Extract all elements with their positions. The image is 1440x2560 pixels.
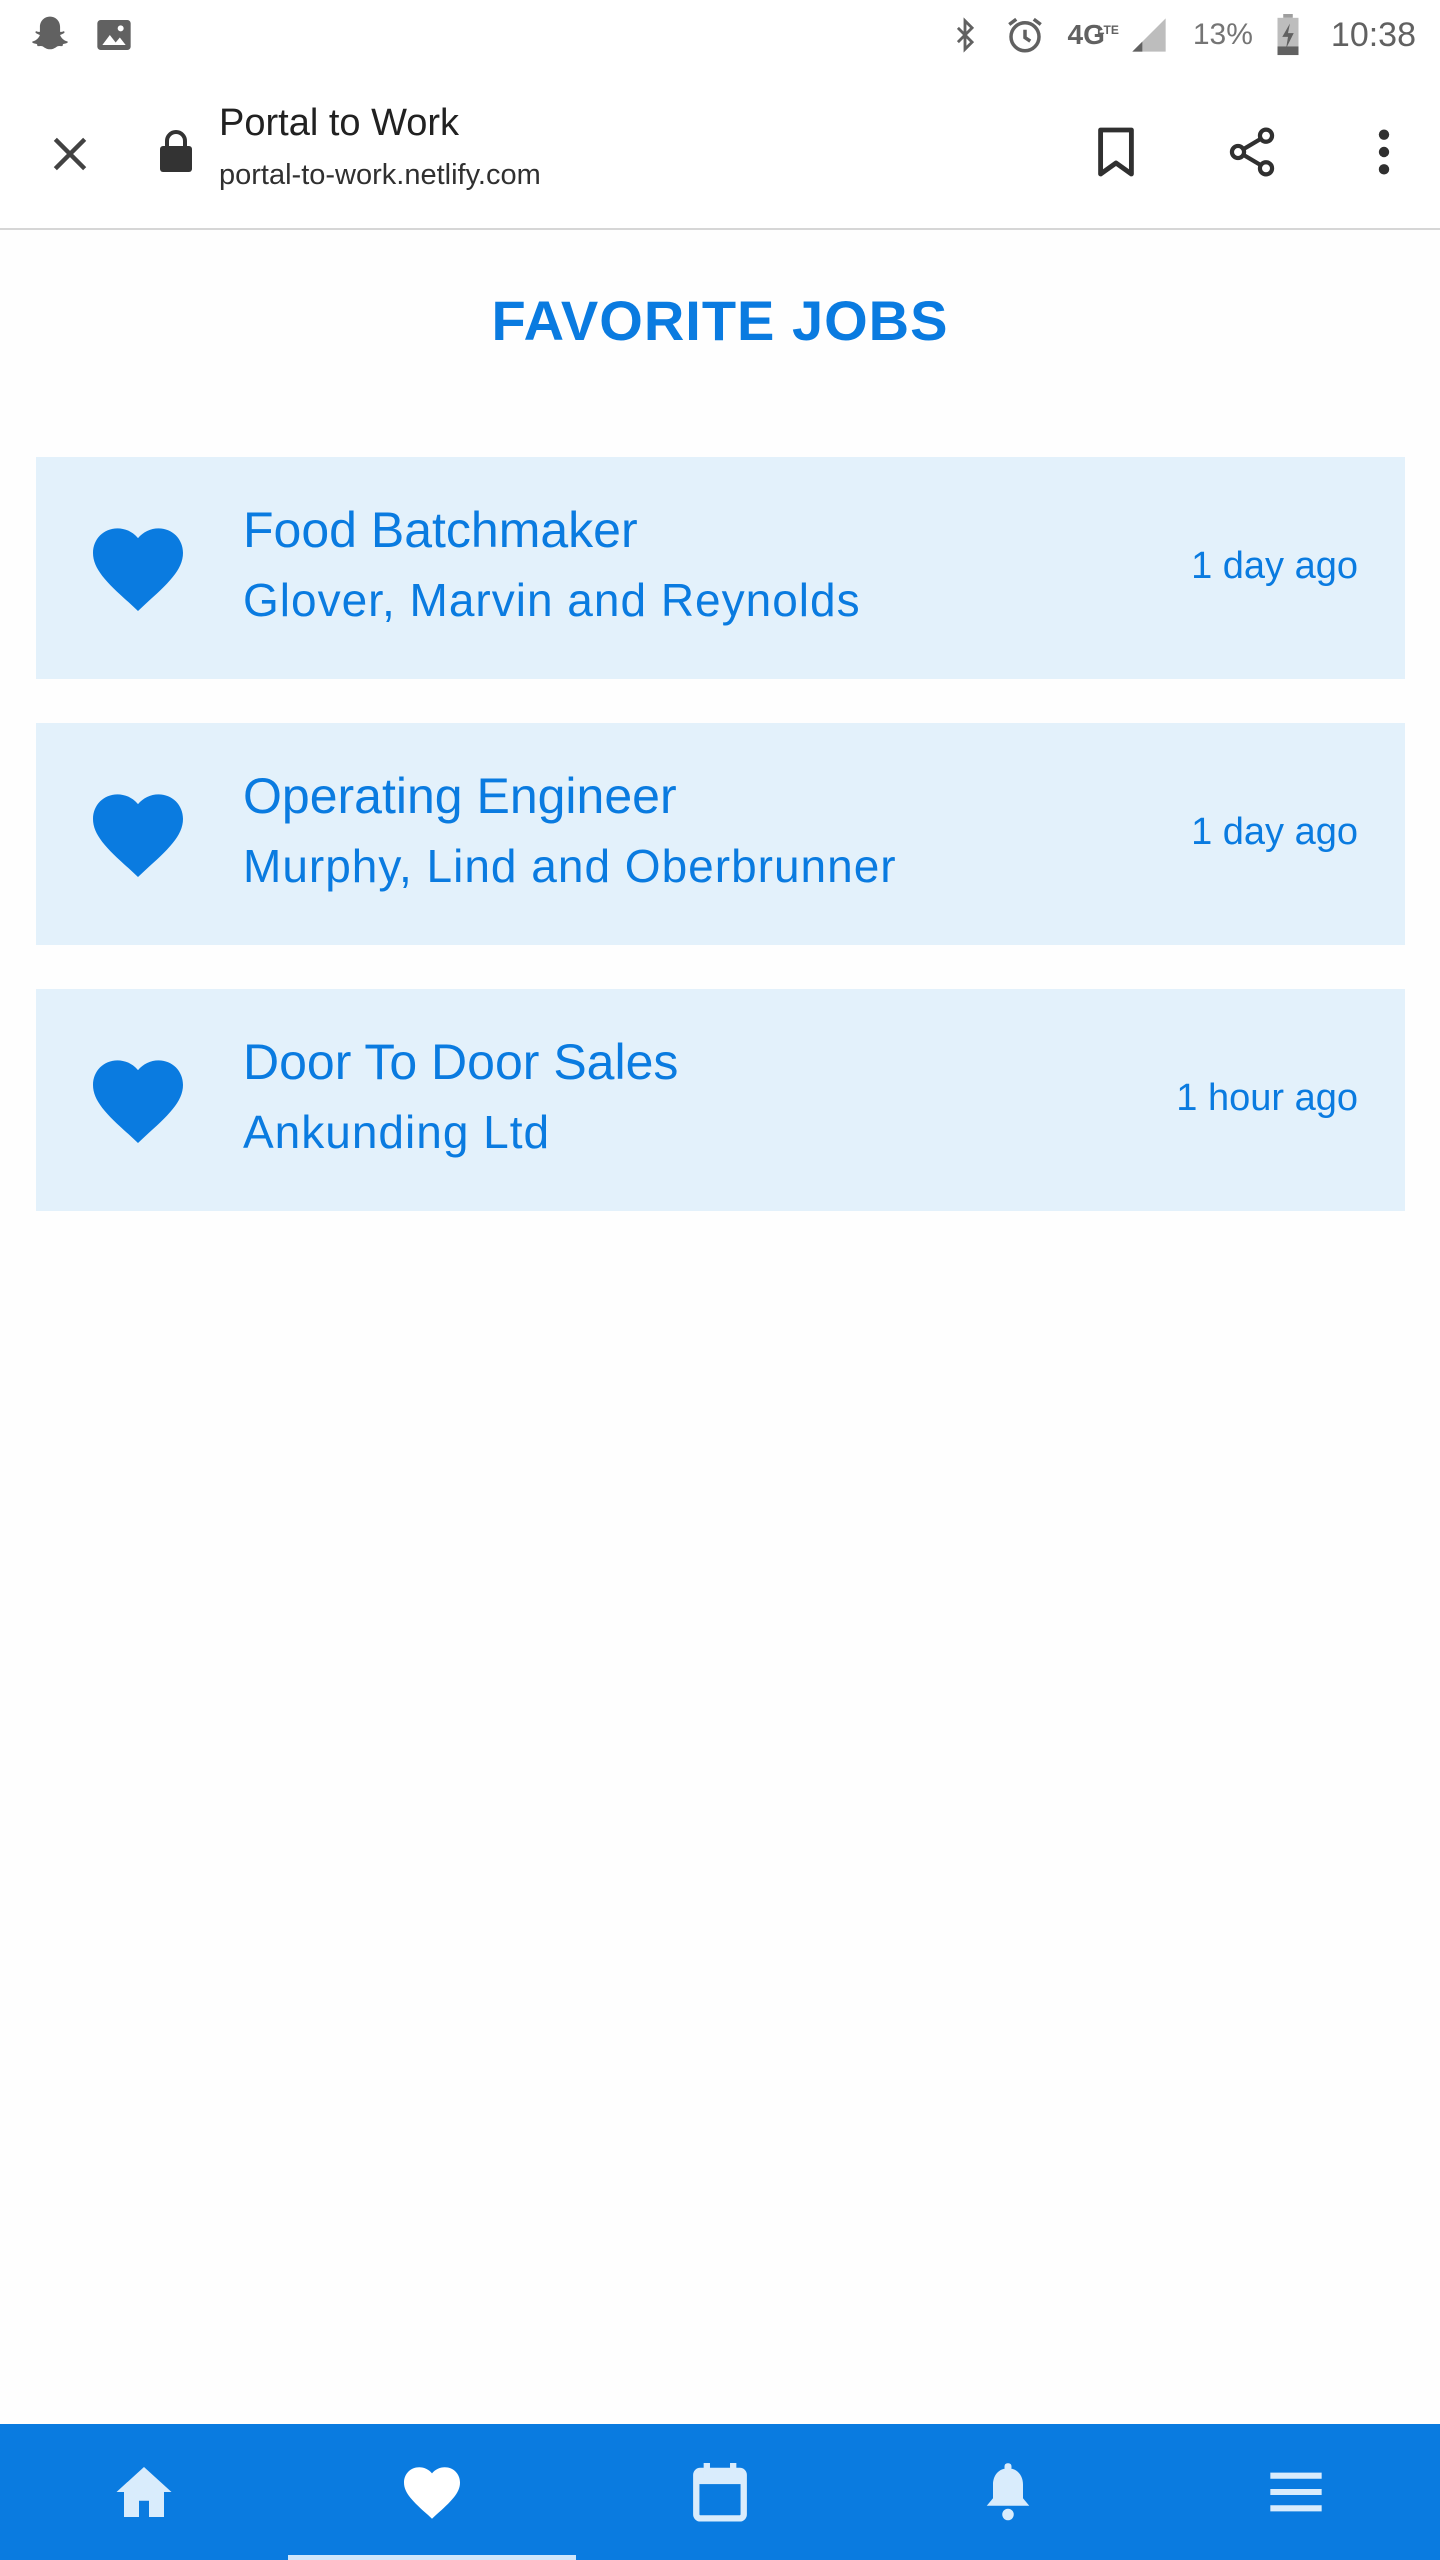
bell-icon (986, 2463, 1030, 2521)
job-title: Door To Door Sales (243, 1034, 679, 1090)
favorite-jobs-list: Food Batchmaker Glover, Marvin and Reyno… (36, 457, 1405, 1255)
job-posted-time: 1 day ago (1191, 811, 1358, 853)
heart-icon[interactable] (88, 789, 188, 879)
bluetooth-icon (948, 15, 982, 55)
alarm-icon (1004, 14, 1046, 56)
bookmark-button[interactable] (1084, 120, 1148, 184)
heart-icon[interactable] (88, 1055, 188, 1145)
job-company: Murphy, Lind and Oberbrunner (243, 840, 897, 892)
page-heading: FAVORITE JOBS (491, 289, 949, 352)
close-icon (53, 137, 87, 171)
nav-notifications[interactable] (864, 2424, 1152, 2560)
job-info: Food Batchmaker Glover, Marvin and Reyno… (243, 501, 861, 627)
job-card[interactable]: Operating Engineer Murphy, Lind and Ober… (36, 723, 1405, 945)
home-icon (116, 2467, 172, 2517)
job-card[interactable]: Food Batchmaker Glover, Marvin and Reyno… (36, 457, 1405, 679)
job-posted-time: 1 day ago (1191, 545, 1358, 587)
job-card[interactable]: Door To Door Sales Ankunding Ltd 1 hour … (36, 989, 1405, 1211)
calendar-icon (693, 2463, 747, 2522)
clock: 10:38 (1330, 15, 1416, 54)
browser-toolbar: Portal to Work portal-to-work.netlify.co… (0, 70, 1440, 230)
more-vertical-icon (1378, 129, 1390, 175)
status-bar: 4G LTE 13% 10:38 (0, 0, 1440, 70)
heart-icon (404, 2467, 460, 2519)
page: 4G LTE 13% 10:38 Portal to Work portal-to… (0, 0, 1440, 2560)
job-company: Ankunding Ltd (243, 1106, 551, 1158)
close-tab-button[interactable] (38, 122, 102, 186)
job-info: Door To Door Sales Ankunding Ltd (243, 1033, 678, 1159)
heart-icon[interactable] (88, 523, 188, 613)
job-title: Food Batchmaker (243, 502, 638, 558)
gallery-icon (94, 15, 134, 55)
address-info[interactable]: Portal to Work portal-to-work.netlify.co… (219, 102, 541, 192)
nav-calendar[interactable] (576, 2424, 864, 2560)
share-icon (1229, 127, 1275, 177)
job-company: Glover, Marvin and Reynolds (243, 574, 861, 626)
share-button[interactable] (1220, 120, 1284, 184)
job-posted-time: 1 hour ago (1176, 1077, 1358, 1119)
nav-home[interactable] (0, 2424, 288, 2560)
job-info: Operating Engineer Murphy, Lind and Ober… (243, 767, 897, 893)
signal-icon (1127, 15, 1171, 55)
battery-charging-icon (1275, 14, 1301, 56)
network-type: 4G LTE (1067, 19, 1119, 50)
page-title: Portal to Work (219, 102, 460, 144)
nav-favorites[interactable] (288, 2424, 576, 2560)
bottom-navigation (0, 2424, 1440, 2560)
snapchat-ghost-icon (28, 13, 72, 57)
bookmark-icon (1098, 127, 1134, 177)
more-options-button[interactable] (1352, 120, 1416, 184)
page-url: portal-to-work.netlify.com (219, 159, 541, 191)
menu-icon (1270, 2472, 1322, 2512)
lock-icon (158, 128, 194, 177)
nav-menu[interactable] (1152, 2424, 1440, 2560)
network-subtype: LTE (1097, 23, 1119, 37)
job-title: Operating Engineer (243, 768, 677, 824)
battery-percent: 13% (1192, 18, 1253, 51)
